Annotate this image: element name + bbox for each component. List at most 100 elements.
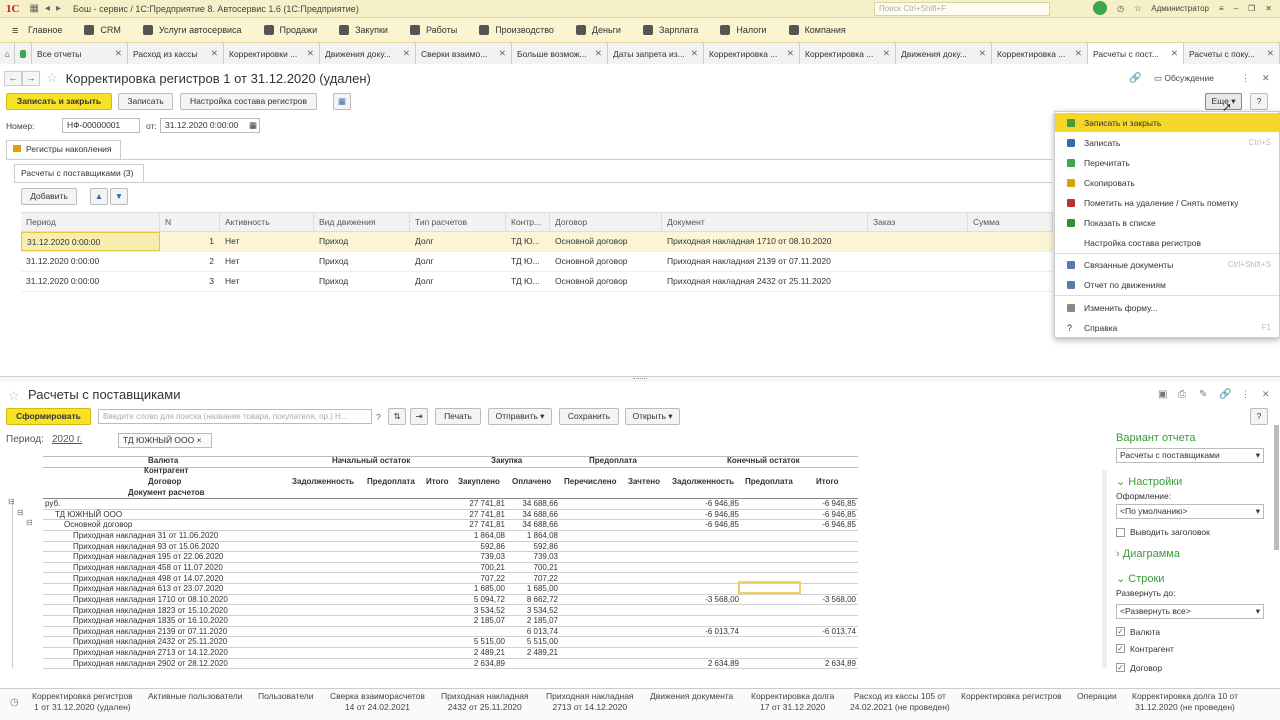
report-row[interactable]: Приходная накладная 31 от 11.06.2020 1 86… [43, 531, 858, 542]
column-header[interactable]: Вид движения [314, 213, 410, 231]
report-row[interactable]: Приходная накладная 1710 от 08.10.2020 5 … [43, 595, 858, 606]
menu-salary[interactable]: Зарплата [642, 25, 698, 35]
table-cell[interactable]: 31.12.2020 0:00:00 [21, 232, 160, 251]
table-row[interactable]: 31.12.2020 0:00:00 3 Нет Приход Долг ТД Ю... О… [21, 272, 1053, 292]
notification-icon[interactable] [1093, 1, 1108, 15]
tab-window-2[interactable]: Расход из кассы ✕ [128, 43, 224, 64]
tab-close-icon[interactable]: ✕ [787, 48, 794, 59]
table-cell[interactable]: 2 [160, 252, 220, 271]
history-item[interactable]: Корректировка регистров [961, 691, 1062, 702]
calendar-icon[interactable]: ▦ [249, 119, 257, 132]
report-cell[interactable]: 27 741,81 [461, 520, 505, 530]
menu-autoservice[interactable]: Услуги автосервиса [142, 25, 242, 35]
star-icon[interactable]: ☆ [8, 388, 20, 404]
collapse-icon[interactable]: ⊟ [8, 497, 15, 506]
save-and-close-button[interactable]: Записать и закрыть [6, 93, 112, 110]
column-header[interactable]: Активность [220, 213, 314, 231]
number-field[interactable]: НФ-00000001 [62, 118, 140, 133]
report-cell[interactable]: -6 946,85 [812, 499, 856, 509]
report-cell[interactable]: 1 864,08 [461, 531, 505, 541]
table-cell[interactable]: Приходная накладная 1710 от 08.10.2020 [662, 232, 868, 251]
report-cell[interactable]: 3 534,52 [461, 606, 505, 616]
report-row[interactable]: ТД ЮЖНЫЙ ООО 27 741,81 34 688,66 -6 946,85 -… [43, 510, 858, 521]
table-cell[interactable]: Приход [314, 232, 410, 251]
tab-window-7[interactable]: Даты запрета из... ✕ [608, 43, 704, 64]
menu-item-2[interactable]: Записать Ctrl+S [1055, 133, 1279, 152]
table-cell[interactable] [968, 232, 1053, 251]
report-cell[interactable]: 34 688,66 [514, 520, 558, 530]
report-cell[interactable]: 3 534,52 [514, 606, 558, 616]
menu-sales[interactable]: Продажи [263, 25, 317, 35]
table-cell[interactable] [968, 272, 1053, 291]
tab-window-10[interactable]: Движения доку... ✕ [896, 43, 992, 64]
period-link[interactable]: 2020 г. [52, 434, 82, 445]
table-cell[interactable]: Долг [410, 272, 506, 291]
tab-accumulation-registers[interactable]: Регистры накопления [6, 140, 121, 159]
favorites-icon[interactable]: ☆ [1134, 4, 1141, 13]
table-cell[interactable] [868, 272, 968, 291]
history-item[interactable]: Корректировка регистров 1 от 31.12.2020 (… [32, 691, 133, 713]
diagram-header[interactable]: › Диаграмма [1116, 548, 1180, 560]
column-header[interactable]: Контр... [506, 213, 550, 231]
report-row[interactable]: Приходная накладная 498 от 14.07.2020 707… [43, 574, 858, 585]
menu-item-1[interactable]: Записать и закрыть [1055, 113, 1279, 132]
table-cell[interactable]: ТД Ю... [506, 232, 550, 251]
open-button[interactable]: Открыть ▾ [625, 408, 680, 425]
history-item[interactable]: Корректировка долга 10 от 31.12.2020 (не … [1132, 691, 1238, 713]
save-button[interactable]: Записать [118, 93, 173, 110]
report-cell[interactable]: 34 688,66 [514, 499, 558, 509]
report-row[interactable]: Приходная накладная 1835 от 16.10.2020 2 … [43, 616, 858, 627]
table-cell[interactable]: Приходная накладная 2139 от 07.11.2020 [662, 252, 868, 271]
forward-icon[interactable]: ▸ [56, 3, 61, 14]
menu-taxes[interactable]: Налоги [720, 25, 767, 35]
columns-icon[interactable]: ⇥ [410, 408, 428, 425]
restore-icon[interactable]: ❐ [1248, 4, 1255, 13]
report-cell[interactable]: 5 515,00 [514, 637, 558, 647]
tab-window-1[interactable]: Все отчеты ✕ [32, 43, 128, 64]
table-cell[interactable]: Нет [220, 252, 314, 271]
help-button[interactable]: ? [1250, 93, 1268, 110]
tab-window-6[interactable]: Больше возмож... ✕ [512, 43, 608, 64]
menu-company[interactable]: Компания [788, 25, 846, 35]
history-item[interactable]: Операции [1077, 691, 1117, 702]
table-cell[interactable] [868, 232, 968, 251]
table-cell[interactable]: Приход [314, 252, 410, 271]
tab-close-icon[interactable]: ✕ [115, 48, 122, 59]
report-row[interactable]: Приходная накладная 2713 от 14.12.2020 2 … [43, 648, 858, 659]
counterparty-filter-chip[interactable]: ТД ЮЖНЫЙ ООО × [118, 433, 212, 448]
tab-window-9[interactable]: Корректировка ... ✕ [800, 43, 896, 64]
menu-item-9[interactable]: Отчет по движениям [1055, 275, 1279, 294]
report-cell[interactable]: 6 013,74 [514, 627, 558, 637]
report-scrollbar[interactable] [1102, 470, 1107, 668]
tab-close-icon[interactable]: ✕ [595, 48, 602, 59]
menu-production[interactable]: Производство [479, 25, 554, 35]
back-icon[interactable]: ◂ [45, 3, 50, 14]
menu-main[interactable]: ≡ Главное [12, 25, 62, 37]
link-icon[interactable]: 🔗 [1219, 389, 1231, 400]
report-cell[interactable]: 27 741,81 [461, 499, 505, 509]
expand-select[interactable]: <Развернуть все> ▾ [1116, 604, 1264, 619]
tab-close-icon[interactable]: ✕ [979, 48, 986, 59]
global-search-input[interactable]: Поиск Ctrl+Shift+F [874, 2, 1050, 16]
discussion-button[interactable]: ▭ Обсуждение [1154, 73, 1214, 84]
tab-supplier-settlements[interactable]: Расчеты с поставщиками (3) [14, 164, 144, 182]
table-cell[interactable]: Долг [410, 252, 506, 271]
report-row[interactable]: Приходная накладная 613 от 23.07.2020 1 6… [43, 584, 858, 595]
close-icon[interactable]: ✕ [1265, 4, 1272, 13]
history-icon[interactable]: ◷ [10, 697, 19, 708]
settings-icon[interactable]: ⇅ [388, 408, 406, 425]
send-button[interactable]: Отправить ▾ [488, 408, 552, 425]
table-row[interactable]: 31.12.2020 0:00:00 1 Нет Приход Долг ТД Ю... О… [21, 232, 1053, 252]
help-button[interactable]: ? [1250, 408, 1268, 425]
menu-money[interactable]: Деньги [575, 25, 621, 35]
grid-icon[interactable]: ▦ [29, 3, 38, 14]
report-cell[interactable]: 1 685,00 [514, 584, 558, 594]
report-cell[interactable]: 2 185,07 [461, 616, 505, 626]
menu-works[interactable]: Работы [409, 25, 457, 35]
tab-close-icon[interactable]: ✕ [307, 48, 314, 59]
report-row[interactable]: Приходная накладная 458 от 11.07.2020 700… [43, 563, 858, 574]
report-row[interactable]: Основной договор 27 741,81 34 688,66 -6 946… [43, 520, 858, 531]
report-cell[interactable]: 739,03 [514, 552, 558, 562]
report-cell[interactable]: 700,21 [514, 563, 558, 573]
move-up-icon[interactable]: ▲ [90, 188, 108, 205]
